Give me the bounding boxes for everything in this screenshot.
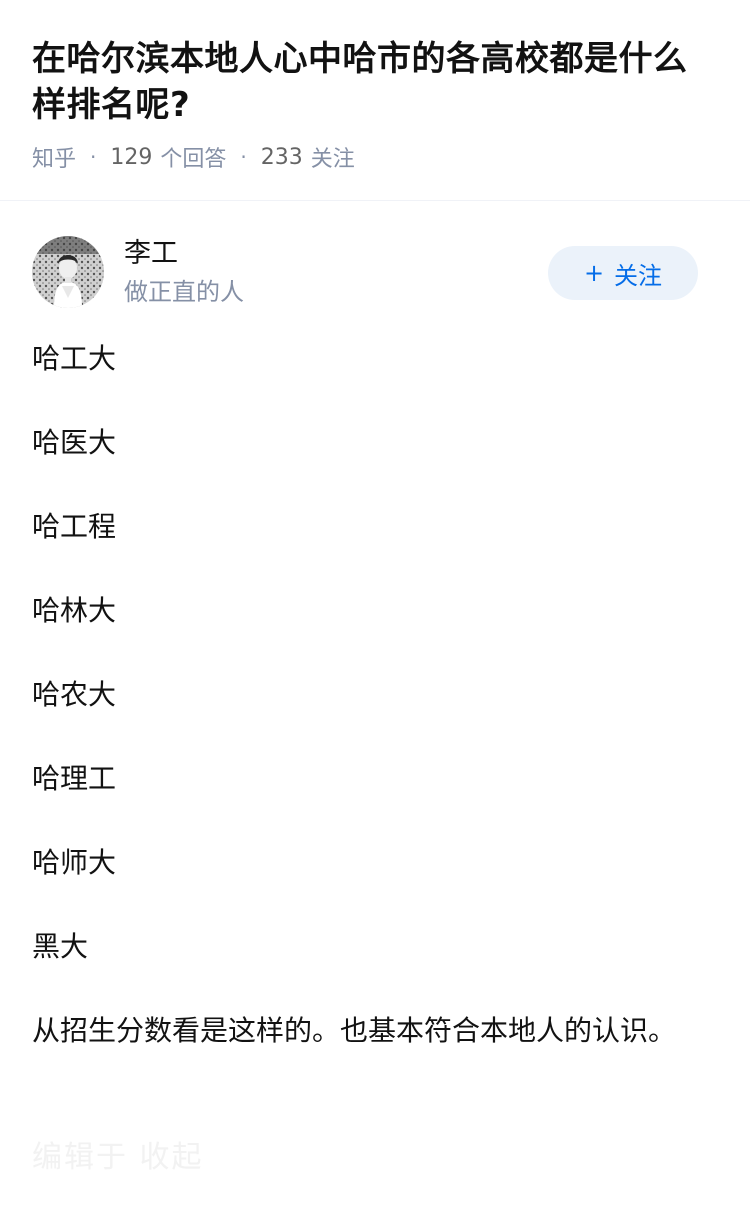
meta-separator: · bbox=[240, 145, 247, 169]
answer-paragraph: 哈农大 bbox=[32, 678, 117, 711]
faded-footer: 编辑于 收起 bbox=[32, 1132, 718, 1192]
answer-paragraph: 哈工程 bbox=[32, 510, 117, 543]
follow-button[interactable]: + 关注 bbox=[548, 246, 698, 300]
answer-paragraph: 哈工大 bbox=[32, 342, 117, 375]
answer-page: 在哈尔滨本地人心中哈市的各高校都是什么样排名呢? 知乎 · 129 个回答 · … bbox=[0, 0, 750, 1210]
answer-content: 哈工大 哈医大 哈工程 哈林大 哈农大 哈理工 哈师大 黑大 从招生分数看是这样… bbox=[32, 334, 692, 1056]
question-header: 在哈尔滨本地人心中哈市的各高校都是什么样排名呢? 知乎 · 129 个回答 · … bbox=[0, 0, 750, 172]
answer-paragraph: 从招生分数看是这样的。也基本符合本地人的认识。 bbox=[32, 1014, 677, 1047]
author-bio: 做正直的人 bbox=[124, 278, 244, 306]
faded-footer-text: 编辑于 收起 bbox=[32, 1140, 204, 1175]
plus-icon: + bbox=[583, 259, 605, 287]
follow-count: 233 bbox=[260, 144, 303, 170]
source-label[interactable]: 知乎 bbox=[32, 141, 76, 173]
follow-count-label[interactable]: 关注 bbox=[311, 141, 355, 173]
answer-count: 129 bbox=[110, 144, 153, 170]
meta-separator: · bbox=[90, 145, 97, 169]
avatar-image bbox=[32, 236, 104, 308]
answer-paragraph: 哈师大 bbox=[32, 846, 117, 879]
author-info: 李工 做正直的人 + 关注 bbox=[32, 234, 718, 310]
answer-count-label[interactable]: 个回答 bbox=[160, 141, 226, 173]
avatar[interactable] bbox=[32, 236, 104, 308]
question-title[interactable]: 在哈尔滨本地人心中哈市的各高校都是什么样排名呢? bbox=[32, 36, 718, 128]
answer-paragraph: 黑大 bbox=[32, 930, 89, 963]
answer-paragraph: 哈林大 bbox=[32, 594, 117, 627]
answer-paragraph: 哈医大 bbox=[32, 426, 117, 459]
question-meta: 知乎 · 129 个回答 · 233 关注 bbox=[32, 141, 718, 173]
answer-paragraph: 哈理工 bbox=[32, 762, 117, 795]
divider bbox=[0, 200, 750, 201]
author-name[interactable]: 李工 bbox=[124, 236, 178, 272]
follow-button-label: 关注 bbox=[614, 261, 663, 290]
